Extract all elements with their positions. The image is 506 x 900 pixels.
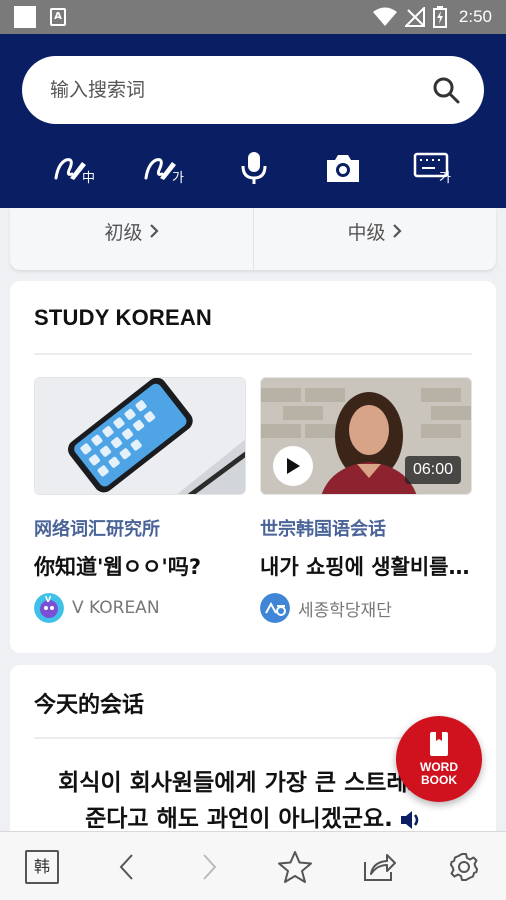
sentence-line-2-text: 준다고 해도 과언이 아니겠군요. xyxy=(85,806,393,832)
author-name: V KOREAN xyxy=(72,598,160,618)
study-korean-title: STUDY KOREAN xyxy=(34,305,213,330)
forward-button[interactable] xyxy=(185,832,235,900)
keyboard-korean-icon: 가 xyxy=(413,152,451,184)
share-button[interactable] xyxy=(355,832,405,900)
camera-search-button[interactable] xyxy=(318,146,368,190)
handwriting-korean-button[interactable]: 가 xyxy=(139,146,189,190)
intermediate-label: 中级 xyxy=(347,221,386,244)
search-icon[interactable] xyxy=(432,76,460,104)
video-thumbnail[interactable]: 06:00 xyxy=(260,377,472,495)
wifi-icon xyxy=(372,7,397,26)
article-author[interactable]: V V KOREAN xyxy=(34,593,160,623)
app-notification-icon: A xyxy=(50,8,66,26)
share-icon xyxy=(364,853,396,881)
video-author[interactable]: 세종학당재단 xyxy=(260,593,392,623)
play-icon xyxy=(287,458,300,474)
intermediate-button[interactable]: 中级 xyxy=(253,208,496,254)
clock: 2:50 xyxy=(458,7,492,26)
handwriting-chinese-button[interactable]: 中 xyxy=(49,146,99,190)
battery-charging-icon xyxy=(432,6,447,28)
v-korean-avatar: V xyxy=(34,593,64,623)
bottom-toolbar: 韩 xyxy=(0,831,506,900)
system-icons: 2:50 xyxy=(372,4,492,30)
beginner-button[interactable]: 初级 xyxy=(10,208,253,254)
input-tools: 中 가 가 xyxy=(0,146,506,190)
favorite-button[interactable] xyxy=(270,832,320,900)
article-headline[interactable]: 你知道'웹ㅇㅇ'吗? xyxy=(34,551,246,581)
chevron-right-icon xyxy=(392,224,402,238)
svg-text:中: 中 xyxy=(82,171,95,186)
sejong-avatar xyxy=(260,593,290,623)
keyboard-korean-button[interactable]: 가 xyxy=(408,146,458,190)
handwriting-korean-icon: 가 xyxy=(144,158,184,186)
camera-icon xyxy=(327,155,359,182)
status-bar: A 2:50 xyxy=(0,0,506,34)
beginner-label: 初级 xyxy=(104,221,143,244)
microphone-icon xyxy=(241,152,267,184)
chevron-right-icon xyxy=(203,853,217,880)
signal-off-icon xyxy=(404,7,425,27)
settings-button[interactable] xyxy=(439,832,489,900)
notification-square-icon xyxy=(14,6,36,28)
video-duration: 06:00 xyxy=(404,456,461,484)
svg-text:가: 가 xyxy=(439,171,451,184)
divider xyxy=(34,353,472,355)
header: 中 가 가 xyxy=(0,34,506,208)
article-thumbnail[interactable] xyxy=(34,377,246,495)
author-name: 세종학당재단 xyxy=(298,600,392,621)
word-book-button[interactable]: WORD BOOK xyxy=(396,716,482,802)
svg-text:가: 가 xyxy=(172,171,184,186)
level-card: 初级 中级 xyxy=(10,208,496,270)
play-button[interactable] xyxy=(273,446,313,486)
video-headline[interactable]: 내가 쇼핑에 생활비를 ... xyxy=(260,551,472,581)
gear-icon xyxy=(450,852,478,881)
speaker-icon[interactable] xyxy=(399,809,423,831)
smartphone-image xyxy=(35,378,245,494)
star-icon xyxy=(278,850,312,883)
word-book-label-line2: BOOK xyxy=(421,773,457,787)
search-bar[interactable] xyxy=(22,56,484,124)
svg-text:V: V xyxy=(45,595,52,604)
voice-search-button[interactable] xyxy=(229,146,279,190)
conversation-title: 今天的会话 xyxy=(34,693,145,718)
book-icon xyxy=(430,732,448,756)
article-category[interactable]: 网络词汇研究所 xyxy=(34,515,160,541)
search-input[interactable] xyxy=(50,56,410,124)
chevron-left-icon xyxy=(119,853,133,880)
back-button[interactable] xyxy=(101,832,151,900)
home-button[interactable]: 韩 xyxy=(17,832,67,900)
chevron-right-icon xyxy=(149,224,159,238)
home-korean-icon: 韩 xyxy=(25,849,59,884)
video-category[interactable]: 世宗韩国语会话 xyxy=(260,515,386,541)
study-korean-card: STUDY KOREAN 网络词汇研究所 你知道'웹ㅇㅇ'吗? V V KORE… xyxy=(10,281,496,653)
handwriting-chinese-icon: 中 xyxy=(54,158,95,186)
